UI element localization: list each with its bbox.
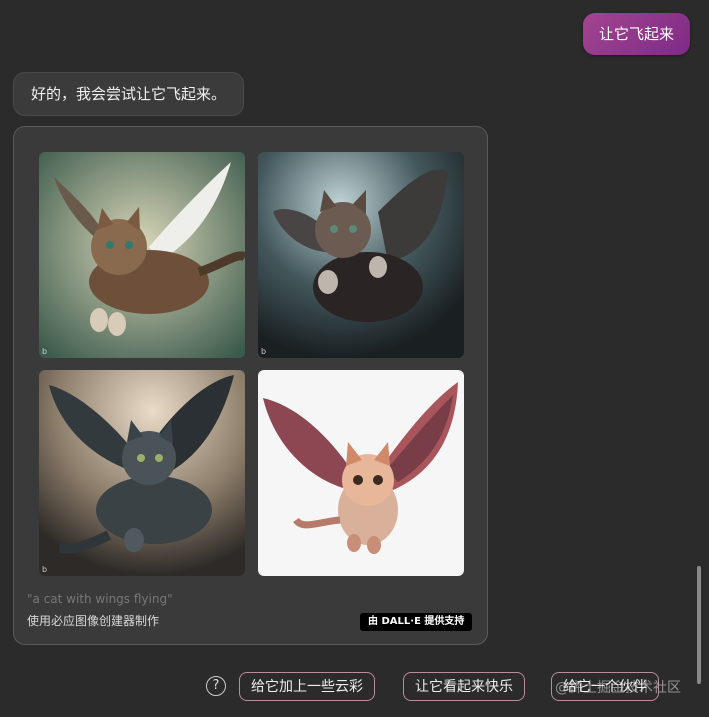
flying-cat-image	[258, 370, 464, 576]
bot-message-bubble: 好的，我会尝试让它飞起来。	[13, 72, 245, 116]
flying-cat-image	[258, 152, 464, 358]
site-watermark: @稀土掘金技术社区	[555, 680, 681, 696]
suggestion-add-clouds[interactable]: 给它加上一些云彩	[239, 672, 375, 701]
image-prompt-text: "a cat with wings flying"	[27, 592, 173, 606]
image-creator-credit[interactable]: 使用必应图像创建器制作	[27, 612, 159, 629]
scrollbar-thumb[interactable]	[697, 566, 701, 684]
flying-cat-image	[39, 152, 245, 358]
suggestion-look-happy[interactable]: 让它看起来快乐	[403, 672, 525, 701]
flying-cat-image	[39, 370, 245, 576]
image-watermark-mark: b	[261, 347, 267, 356]
question-mark-icon[interactable]: ?	[206, 676, 226, 696]
generated-image-1[interactable]: b	[39, 152, 245, 358]
generated-image-2[interactable]: b	[258, 152, 464, 358]
image-watermark-mark: b	[42, 565, 48, 574]
generated-image-4[interactable]	[258, 370, 464, 576]
user-message-bubble: 让它飞起来	[582, 13, 690, 55]
image-watermark-mark: b	[42, 347, 48, 356]
dalle-badge: 由 DALL·E 提供支持	[360, 613, 473, 631]
generated-image-3[interactable]: b	[39, 370, 245, 576]
